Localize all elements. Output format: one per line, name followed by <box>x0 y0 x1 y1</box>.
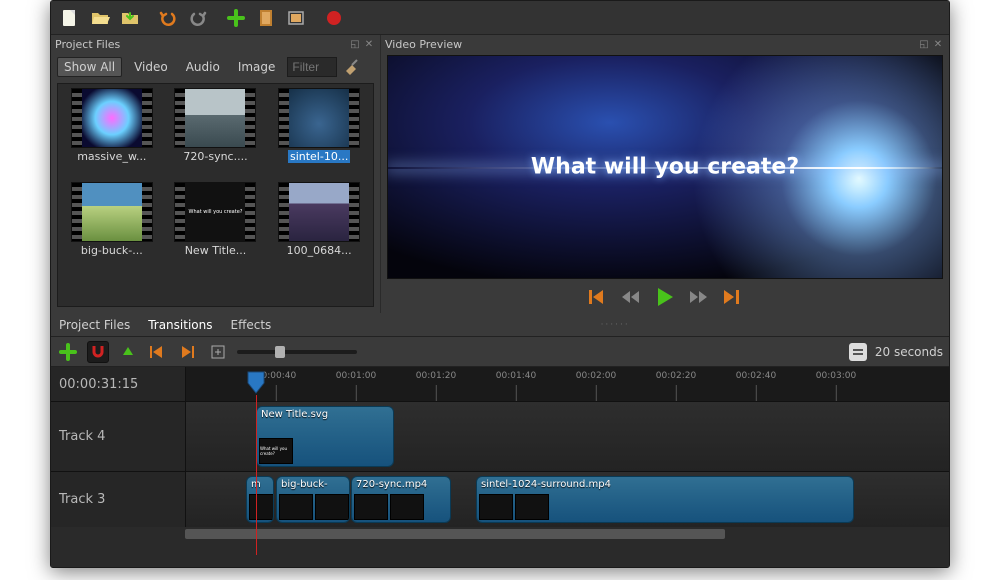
file-item[interactable]: 100_0684... <box>269 182 369 272</box>
redo-button[interactable] <box>185 5 211 31</box>
transport-controls <box>381 281 949 313</box>
open-project-button[interactable] <box>87 5 113 31</box>
ruler-tick: 00:01:00 <box>336 371 376 381</box>
file-item[interactable]: big-buck-... <box>62 182 162 272</box>
ruler-tick: 00:02:00 <box>576 371 616 381</box>
video-preview-title: Video Preview <box>385 38 462 51</box>
tab-effects[interactable]: Effects <box>229 314 274 336</box>
clip[interactable]: sintel-1024-surround.mp4 <box>476 476 854 523</box>
play-button[interactable] <box>655 287 675 307</box>
video-preview-pane: Video Preview ◱ ✕ What will you create? <box>381 35 949 313</box>
undock-icon[interactable]: ◱ <box>917 37 931 51</box>
profile-button[interactable] <box>253 5 279 31</box>
clip[interactable]: New Title.svgWhat will you create? <box>256 406 394 467</box>
track-header[interactable]: Track 4 <box>51 402 186 471</box>
snap-button[interactable] <box>87 341 109 363</box>
clip[interactable]: 720-sync.mp4 <box>351 476 451 523</box>
file-label: massive_w... <box>77 150 146 163</box>
clip[interactable]: m <box>246 476 274 523</box>
jump-end-button[interactable] <box>723 289 741 305</box>
ruler-tick: 00:03:00 <box>816 371 856 381</box>
file-item[interactable]: 720-sync.... <box>166 88 266 178</box>
rewind-button[interactable] <box>621 290 641 304</box>
file-item[interactable]: sintel-10... <box>269 88 369 178</box>
filter-image-tab[interactable]: Image <box>232 58 282 76</box>
timeline-h-scrollbar[interactable] <box>55 527 945 541</box>
file-label: 100_0684... <box>287 244 352 257</box>
file-label: 720-sync.... <box>183 150 247 163</box>
track-row: Track 3 mbig-buck-720-sync.mp4 sintel-1024… <box>51 471 949 527</box>
dock-tabs: Project Files Transitions Effects ······ <box>51 313 949 337</box>
track-header[interactable]: Track 3 <box>51 472 186 527</box>
preview-overlay-text: What will you create? <box>388 155 942 180</box>
file-item[interactable]: What will you create?New Title... <box>166 182 266 272</box>
ruler-tick: 00:02:20 <box>656 371 696 381</box>
new-project-button[interactable] <box>57 5 83 31</box>
filter-video-tab[interactable]: Video <box>128 58 174 76</box>
file-label: sintel-10... <box>288 150 350 163</box>
close-pane-icon[interactable]: ✕ <box>362 37 376 51</box>
file-label: New Title... <box>185 244 247 257</box>
project-files-title: Project Files <box>55 38 120 51</box>
timeline-toolbar: 20 seconds <box>51 337 949 367</box>
clear-filter-icon[interactable] <box>343 57 363 77</box>
track-row: Track 4 New Title.svgWhat will you create… <box>51 401 949 471</box>
close-pane-icon[interactable]: ✕ <box>931 37 945 51</box>
timeline: 00:00:31:15 00:00:4000:01:0000:01:2000:0… <box>51 367 949 567</box>
app-window: Project Files ◱ ✕ Show All Video Audio I… <box>50 0 950 568</box>
duration-icon[interactable] <box>849 343 867 361</box>
import-files-button[interactable] <box>223 5 249 31</box>
filter-showall-tab[interactable]: Show All <box>57 57 122 77</box>
jump-start-button[interactable] <box>589 289 607 305</box>
video-preview[interactable]: What will you create? <box>387 55 943 279</box>
tab-transitions[interactable]: Transitions <box>146 314 214 336</box>
ruler-tick: 00:01:40 <box>496 371 536 381</box>
zoom-slider[interactable] <box>237 350 357 354</box>
export-button[interactable] <box>321 5 347 31</box>
fullscreen-button[interactable] <box>283 5 309 31</box>
track-lane[interactable]: mbig-buck-720-sync.mp4 sintel-1024-surrou… <box>186 472 949 527</box>
files-grid: massive_w... 720-sync.... sintel-10... big-… <box>57 83 374 307</box>
duration-label: 20 seconds <box>875 345 943 359</box>
fastforward-button[interactable] <box>689 290 709 304</box>
playhead[interactable] <box>247 371 265 395</box>
add-track-button[interactable] <box>57 341 79 363</box>
filter-input[interactable] <box>287 57 337 77</box>
file-item[interactable]: massive_w... <box>62 88 162 178</box>
filter-audio-tab[interactable]: Audio <box>180 58 226 76</box>
file-filter-row: Show All Video Audio Image <box>51 53 380 81</box>
time-ruler[interactable]: 00:00:4000:01:0000:01:2000:01:4000:02:00… <box>186 367 949 401</box>
prev-marker-button[interactable] <box>147 341 169 363</box>
ruler-tick: 00:01:20 <box>416 371 456 381</box>
timecode-display: 00:00:31:15 <box>51 367 186 401</box>
undock-icon[interactable]: ◱ <box>348 37 362 51</box>
main-toolbar <box>51 1 949 35</box>
save-project-button[interactable] <box>117 5 143 31</box>
track-lane[interactable]: New Title.svgWhat will you create? <box>186 402 949 471</box>
tab-project-files[interactable]: Project Files <box>57 314 132 336</box>
next-marker-button[interactable] <box>177 341 199 363</box>
center-playhead-button[interactable] <box>207 341 229 363</box>
file-label: big-buck-... <box>81 244 143 257</box>
project-files-pane: Project Files ◱ ✕ Show All Video Audio I… <box>51 35 381 313</box>
clip[interactable]: big-buck- <box>276 476 350 523</box>
ruler-tick: 00:02:40 <box>736 371 776 381</box>
undo-button[interactable] <box>155 5 181 31</box>
add-marker-button[interactable] <box>117 341 139 363</box>
splitter-handle[interactable]: ······ <box>287 320 943 330</box>
